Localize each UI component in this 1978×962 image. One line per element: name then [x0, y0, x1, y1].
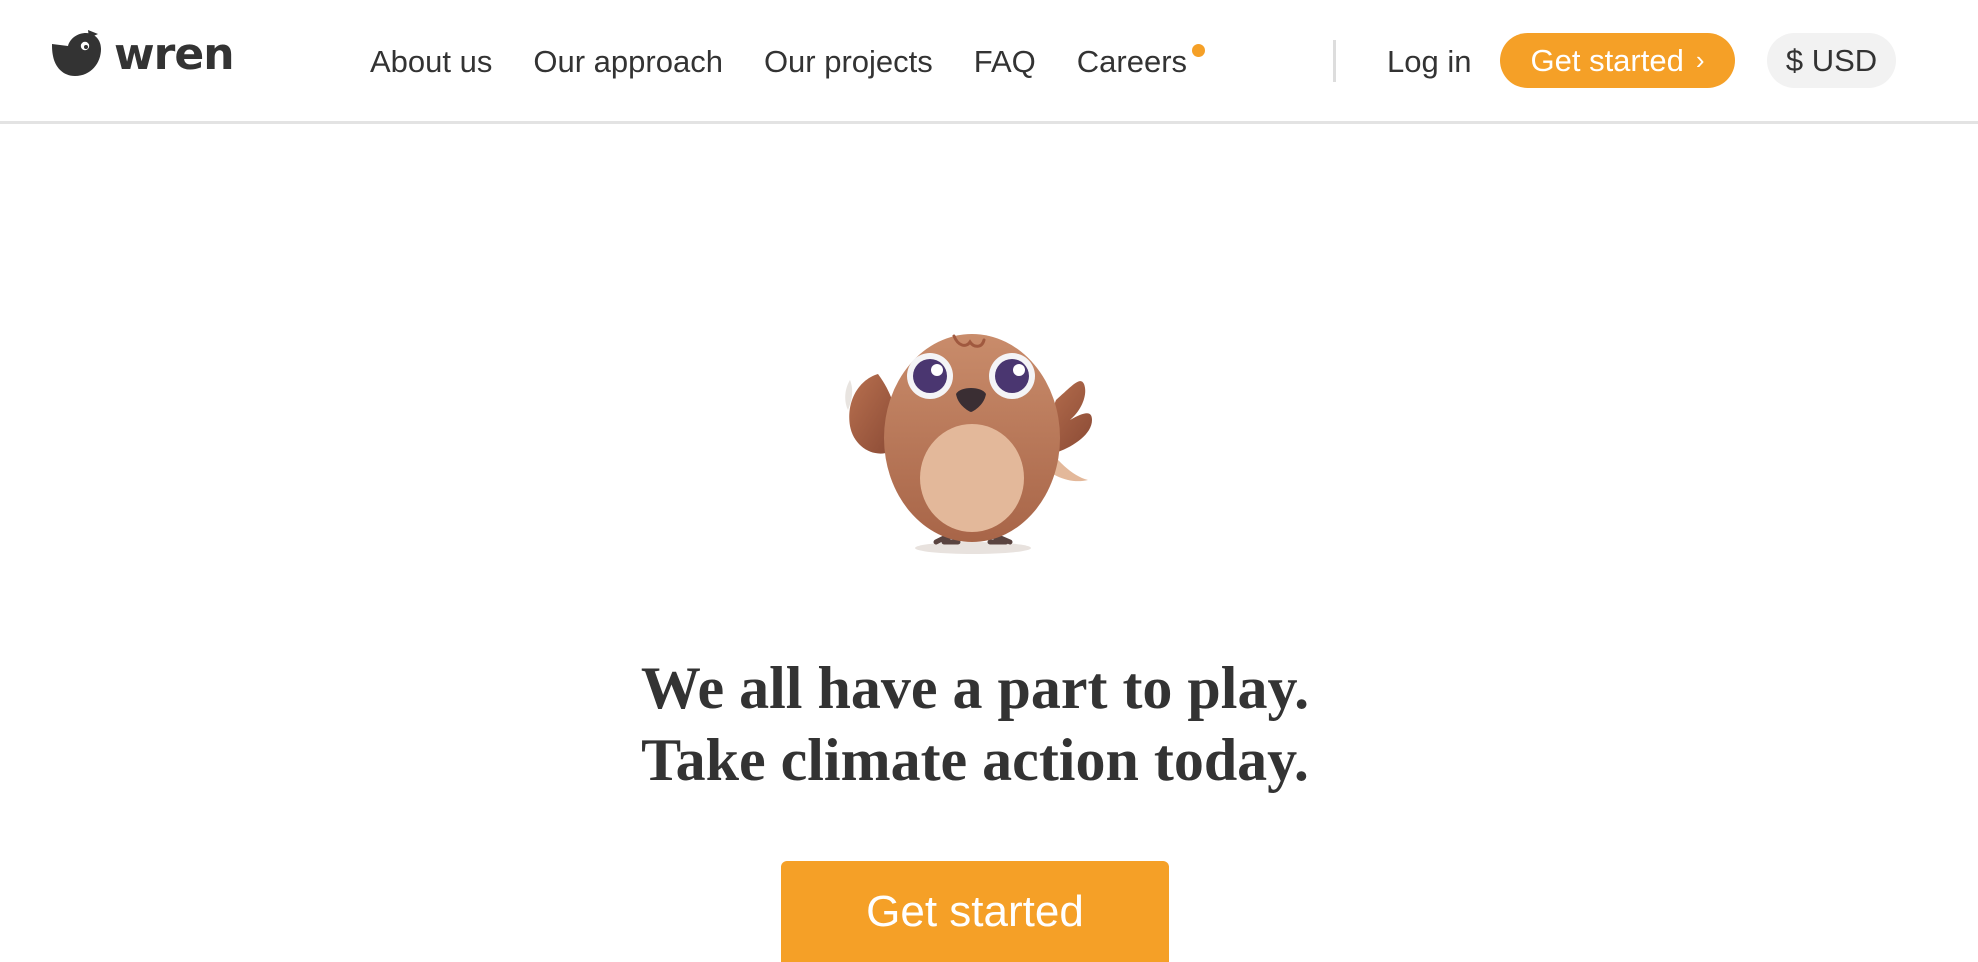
site-header: wren About us Our approach Our projects … [0, 0, 1978, 124]
nav-careers[interactable]: Careers [1076, 40, 1206, 84]
nav-about-us[interactable]: About us [370, 40, 492, 84]
nav-our-approach[interactable]: Our approach [533, 40, 723, 84]
chevron-right-icon: › [1695, 44, 1705, 75]
get-started-header-button[interactable]: Get started › [1500, 33, 1735, 88]
hero-headline-line2: Take climate action today. [641, 727, 1309, 793]
bird-logo-icon [52, 30, 101, 76]
bird-mascot-illustration [845, 334, 1092, 554]
nav-faq[interactable]: FAQ [974, 40, 1036, 84]
nav-divider [1333, 40, 1336, 82]
get-started-hero-button[interactable]: Get started [781, 861, 1169, 962]
brand-name: wren [114, 29, 235, 80]
careers-notification-dot [1192, 44, 1206, 57]
main-nav: About us Our approach Our projects FAQ C… [370, 40, 1206, 84]
login-link[interactable]: Log in [1387, 40, 1471, 84]
nav-our-projects[interactable]: Our projects [764, 40, 933, 84]
hero-headline: We all have a part to play. Take climate… [0, 652, 1950, 796]
nav-careers-label: Careers [1076, 44, 1188, 79]
hero-headline-line1: We all have a part to play. [640, 655, 1310, 721]
get-started-header-label: Get started [1530, 42, 1684, 78]
logo-link[interactable]: wren [48, 29, 235, 80]
currency-selector[interactable]: $ USD [1767, 33, 1896, 88]
